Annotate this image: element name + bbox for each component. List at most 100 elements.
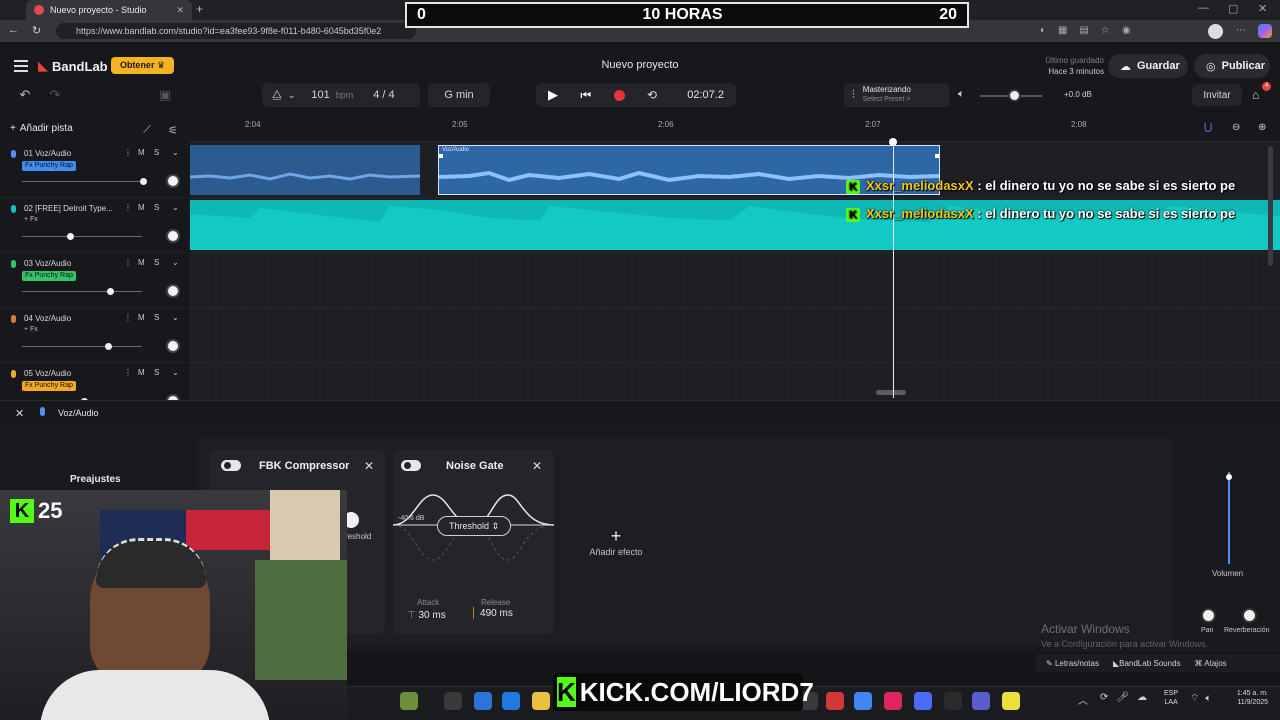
track-volume-thumb[interactable] xyxy=(107,288,114,295)
chevron-down-icon[interactable]: ⌄ xyxy=(172,258,179,267)
chevron-down-icon[interactable]: ⌄ xyxy=(172,313,179,322)
volume-fader-thumb[interactable] xyxy=(1226,474,1232,480)
taskbar-app-icon[interactable] xyxy=(884,692,902,710)
tray-icons[interactable]: ⟳🎤︎☁ xyxy=(1100,692,1155,703)
play-icon[interactable]: ▶ xyxy=(548,87,558,103)
taskbar-app-icon[interactable] xyxy=(400,692,418,710)
track-volume-slider[interactable] xyxy=(22,233,142,240)
back-arrow-icon[interactable]: ← xyxy=(8,24,19,36)
fx-badge[interactable]: Fx Punchy Rap xyxy=(22,161,76,171)
solo-button[interactable]: S xyxy=(154,148,159,157)
skip-back-icon[interactable]: ⏮ xyxy=(580,88,591,103)
presets-heading[interactable]: Preajustes xyxy=(70,474,121,485)
mute-button[interactable]: M xyxy=(138,368,145,377)
add-fx-button[interactable]: + Fx xyxy=(24,326,38,333)
fx-badge[interactable]: Fx Punchy Rap xyxy=(22,271,76,281)
bandlab-logo[interactable]: ◣ BandLab xyxy=(38,58,108,74)
add-effect-button[interactable]: + Añadir efecto xyxy=(580,526,652,557)
track-pan-knob[interactable] xyxy=(166,339,180,353)
track-pan-knob[interactable] xyxy=(166,229,180,243)
mute-button[interactable]: M xyxy=(138,203,145,212)
track-header[interactable]: 05 Voz/Audio ⋮ M S ⌄ Fx Punchy Rap xyxy=(0,364,190,400)
more-options-icon[interactable]: ⋮ xyxy=(124,313,132,322)
fx-badge[interactable]: Fx Punchy Rap xyxy=(22,381,76,391)
network-sound-icons[interactable]: ⌔🔈︎ xyxy=(1190,692,1217,705)
more-options-icon[interactable]: ⋮ xyxy=(124,258,132,267)
close-panel-icon[interactable]: ✕ xyxy=(15,407,24,420)
project-title[interactable]: Nuevo proyecto xyxy=(540,59,740,71)
chevron-down-icon[interactable]: ⌄ xyxy=(288,90,296,101)
profile-avatar[interactable] xyxy=(1208,24,1223,39)
redo-icon[interactable]: ↷ xyxy=(42,83,68,107)
track-name[interactable]: 05 Voz/Audio xyxy=(24,369,71,378)
mute-button[interactable]: M xyxy=(138,258,145,267)
audio-clip-track1-a[interactable] xyxy=(190,145,421,195)
menu-dots-icon[interactable]: ⋯ xyxy=(1236,25,1246,36)
master-volume-slider[interactable] xyxy=(980,89,1042,102)
speaker-icon[interactable]: 🔈︎ xyxy=(958,88,965,101)
taskbar-app-icon[interactable] xyxy=(854,692,872,710)
track-pan-knob[interactable] xyxy=(166,174,180,188)
language-indicator[interactable]: ESP LAA xyxy=(1164,689,1178,707)
attack-value[interactable]: ⊤ 30 ms xyxy=(407,610,446,621)
new-tab-icon[interactable]: + xyxy=(196,2,203,16)
track-volume-slider[interactable] xyxy=(22,288,142,295)
hamburger-menu-icon[interactable] xyxy=(14,60,28,72)
track-header[interactable]: 03 Voz/Audio ⋮ M S ⌄ Fx Punchy Rap xyxy=(0,254,190,308)
more-options-icon[interactable]: ⋮ xyxy=(124,203,132,212)
vertical-scrollbar[interactable] xyxy=(1268,146,1273,266)
chevron-down-icon[interactable]: ⌄ xyxy=(172,203,179,212)
more-options-icon[interactable]: ⋮ xyxy=(124,148,132,157)
chevron-down-icon[interactable]: ⌄ xyxy=(172,368,179,377)
taskbar-app-icon[interactable] xyxy=(502,692,520,710)
more-options-icon[interactable]: ⋮ xyxy=(124,368,132,377)
track-name[interactable]: 03 Voz/Audio xyxy=(24,259,71,268)
track-header[interactable]: 01 Voz/Audio ⋮ M S ⌄ Fx Punchy Rap xyxy=(0,144,190,198)
minimize-icon[interactable]: — xyxy=(1198,2,1209,14)
track-name[interactable]: 01 Voz/Audio xyxy=(24,149,71,158)
magnet-icon[interactable]: ⋃ xyxy=(1204,122,1212,133)
track-settings-icon[interactable]: ⚟ xyxy=(160,118,186,142)
solo-button[interactable]: S xyxy=(154,313,159,322)
mastering-selector[interactable]: ⫶ Masterizando Select Preset > xyxy=(844,83,950,107)
track-header[interactable]: 04 Voz/Audio ⋮ M S ⌄ + Fx xyxy=(0,309,190,363)
maximize-icon[interactable]: ▢ xyxy=(1228,2,1238,15)
tempo-group[interactable]: ⧋ ⌄ 101 bpm 4 / 4 xyxy=(262,83,420,107)
remove-compressor-icon[interactable]: ✕ xyxy=(364,459,374,473)
noise-gate-toggle[interactable] xyxy=(401,460,421,471)
volume-fader[interactable] xyxy=(1226,472,1232,564)
copilot-icon[interactable] xyxy=(1258,24,1272,38)
loop-icon[interactable]: ⟲ xyxy=(647,88,657,102)
close-window-icon[interactable]: ✕ xyxy=(1258,2,1267,15)
tray-chevron-icon[interactable]: ︿ xyxy=(1078,692,1088,707)
compressor-toggle[interactable] xyxy=(221,460,241,471)
lyrics-link[interactable]: ✎ Letras/notas xyxy=(1046,659,1099,668)
master-volume-thumb[interactable] xyxy=(1008,89,1021,102)
taskbar-app-icon[interactable] xyxy=(474,692,492,710)
taskbar-app-icon[interactable] xyxy=(914,692,932,710)
clock[interactable]: 1:45 a. m. 11/9/2025 xyxy=(1228,689,1268,707)
solo-button[interactable]: S xyxy=(154,258,159,267)
obtener-button[interactable]: Obtener ♛ xyxy=(111,57,174,74)
publish-button[interactable]: ◎ Publicar xyxy=(1194,54,1270,78)
track-name[interactable]: 02 [FREE] Detroit Type... xyxy=(24,204,113,213)
add-fx-button[interactable]: + Fx xyxy=(24,216,38,223)
gate-parameter-select[interactable]: Threshold ⇕ xyxy=(437,516,511,536)
mute-button[interactable]: M xyxy=(138,148,145,157)
taskbar-app-icon[interactable] xyxy=(944,692,962,710)
reverb-knob[interactable] xyxy=(1242,608,1257,623)
record-icon[interactable] xyxy=(613,89,625,101)
browser-tab[interactable]: Nuevo proyecto - Studio ✕ xyxy=(26,0,192,20)
track-volume-slider[interactable] xyxy=(22,178,147,185)
url-field[interactable]: https://www.bandlab.com/studio?id=ea3fee… xyxy=(56,23,416,39)
solo-button[interactable]: S xyxy=(154,368,159,377)
browser-extension-icons[interactable]: ◐▦▤☆◉ xyxy=(1040,25,1143,36)
add-track-button[interactable]: + Añadir pista xyxy=(10,123,73,134)
horizontal-scrollbar[interactable] xyxy=(876,390,906,395)
track-volume-thumb[interactable] xyxy=(140,178,147,185)
track-header[interactable]: 02 [FREE] Detroit Type... ⋮ M S ⌄ + Fx xyxy=(0,199,190,253)
time-signature[interactable]: 4 / 4 xyxy=(373,89,394,101)
save-button[interactable]: ☁ Guardar xyxy=(1108,54,1188,78)
bpm-value[interactable]: 101 xyxy=(311,89,329,101)
key-selector[interactable]: G min xyxy=(428,83,490,107)
